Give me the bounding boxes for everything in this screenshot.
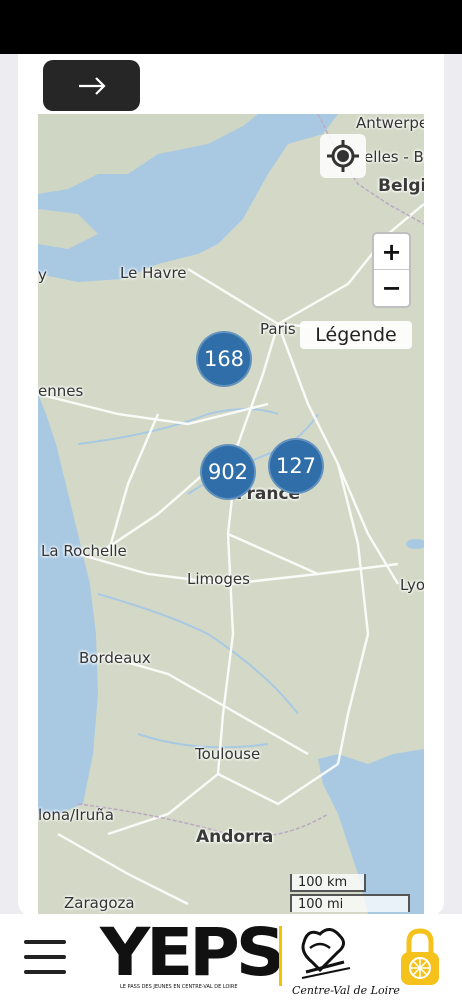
label-la-rochelle: La Rochelle — [41, 542, 127, 560]
label-le-havre: Le Havre — [120, 264, 187, 282]
cluster-marker-902[interactable]: 902 — [200, 444, 256, 500]
map-view[interactable]: Antwerpe elles - Bru Belgi Le Havre y Pa… — [38, 114, 424, 914]
label-paris: Paris — [260, 320, 296, 338]
hamburger-menu-icon[interactable] — [24, 940, 66, 974]
label-rennes: ennes — [38, 382, 84, 400]
arrow-right-icon — [78, 76, 106, 95]
scale-km: 100 km — [290, 874, 366, 892]
region-logo-text: Centre-Val de Loire — [292, 984, 400, 997]
yeps-logo-text: YEPS — [100, 914, 286, 991]
yeps-tagline: LE PASS DES JEUNES EN CENTRE-VAL DE LOIR… — [120, 984, 238, 990]
label-bruxelles: elles - Bru — [364, 148, 424, 166]
crosshair-icon — [327, 140, 359, 172]
lock-icon[interactable] — [398, 928, 442, 988]
status-bar — [0, 0, 462, 54]
cluster-marker-127[interactable]: 127 — [268, 438, 324, 494]
yeps-logo[interactable]: YEPS LE PASS DES JEUNES EN CENTRE-VAL DE… — [100, 914, 286, 994]
region-emblem-icon — [301, 928, 351, 979]
label-antwerpen: Antwerpe — [356, 114, 424, 132]
label-y-fragment: y — [38, 266, 47, 284]
zoom-in-button[interactable]: + — [374, 234, 409, 270]
label-belgique: Belgi — [378, 176, 424, 196]
locate-button[interactable] — [320, 134, 366, 178]
region-logo: Centre-Val de Loire — [290, 922, 400, 997]
label-zaragoza: Zaragoza — [64, 894, 135, 912]
scale-mi: 100 mi — [290, 894, 410, 912]
logo-divider — [279, 926, 282, 986]
label-bordeaux: Bordeaux — [79, 649, 151, 667]
label-pamplona: lona/Iruña — [38, 806, 114, 824]
zoom-out-button[interactable]: − — [374, 270, 409, 306]
label-limoges: Limoges — [187, 570, 250, 588]
label-andorra: Andorra — [196, 827, 274, 847]
forward-button[interactable] — [43, 60, 140, 111]
label-toulouse: Toulouse — [195, 745, 261, 763]
label-lyon: Lyo — [400, 576, 424, 594]
legend-button[interactable]: Légende — [300, 321, 412, 349]
map-tiles — [38, 114, 424, 914]
cluster-marker-168[interactable]: 168 — [196, 331, 252, 387]
zoom-control: + − — [372, 232, 411, 308]
bottom-nav: YEPS LE PASS DES JEUNES EN CENTRE-VAL DE… — [0, 914, 462, 1000]
